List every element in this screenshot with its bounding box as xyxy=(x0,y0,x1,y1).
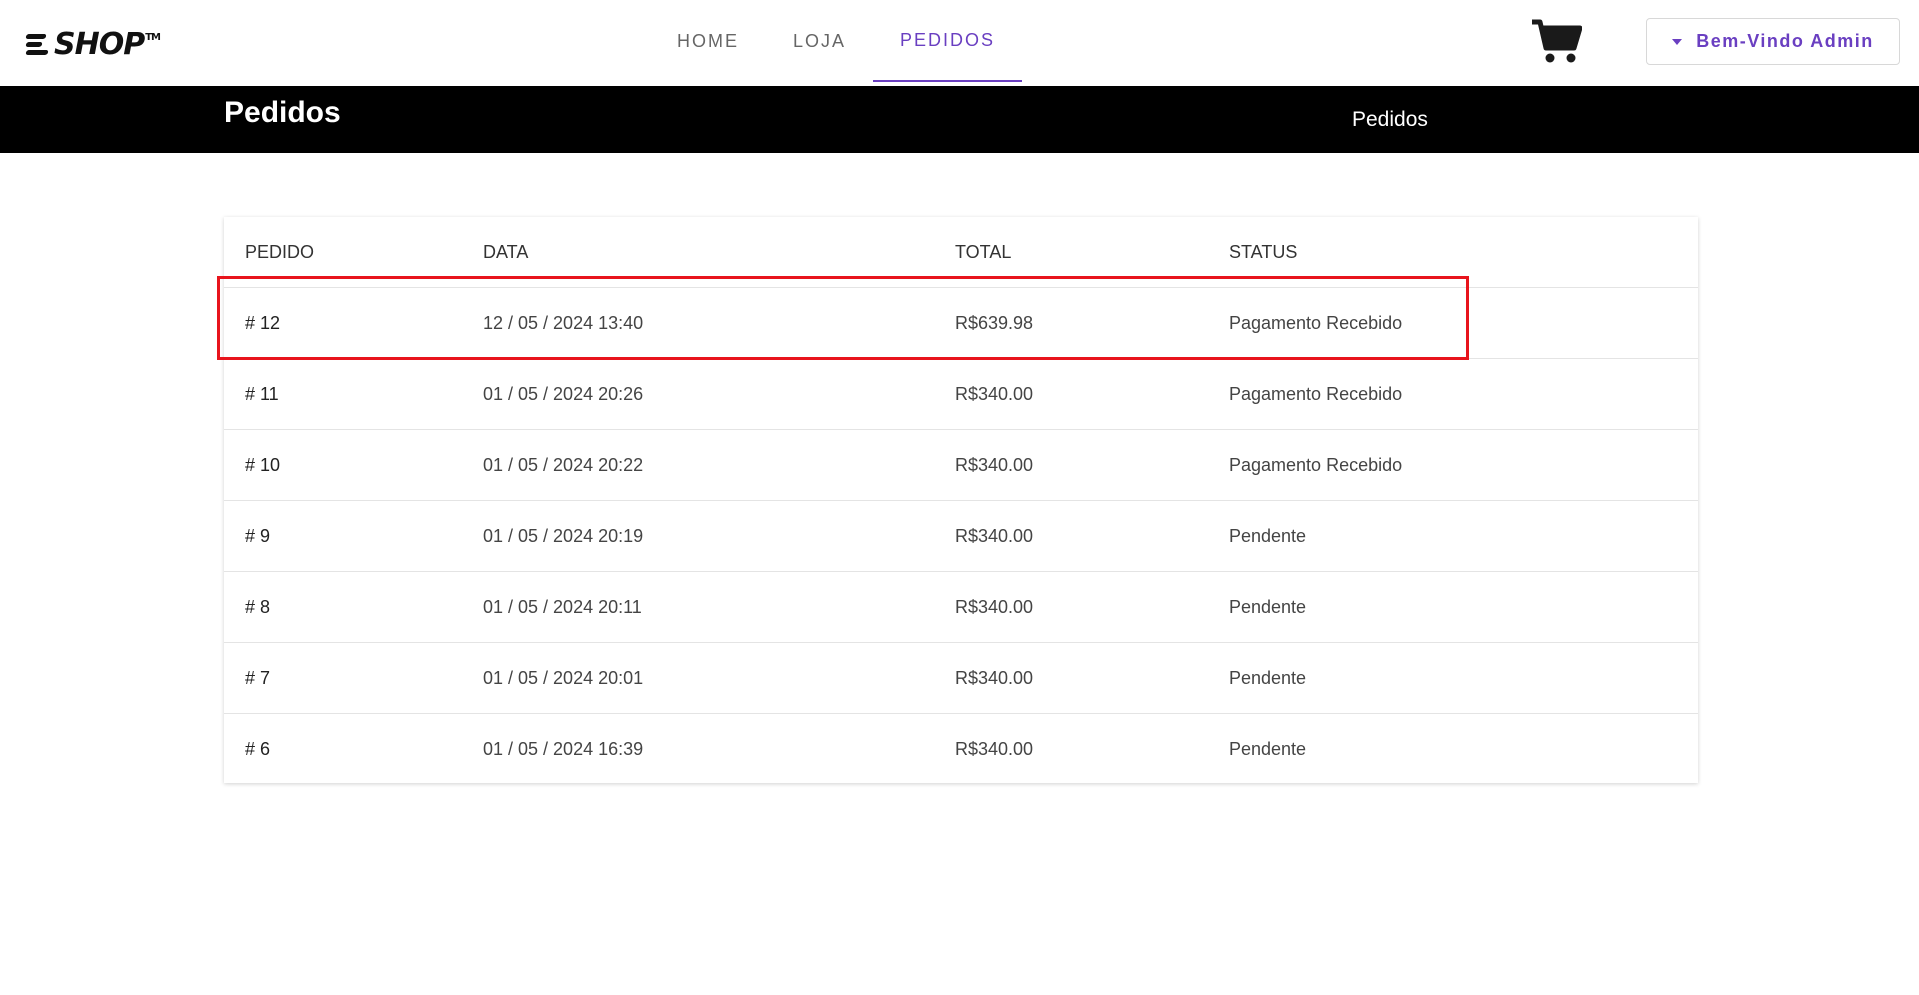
order-total: R$340.00 xyxy=(955,739,1034,759)
order-date: 01 / 05 / 2024 16:39 xyxy=(483,739,644,759)
user-menu-label: Bem-Vindo Admin xyxy=(1696,31,1874,51)
order-status: Pagamento Recebido xyxy=(1229,455,1403,475)
order-total: R$340.00 xyxy=(955,384,1034,404)
order-id: # 10 xyxy=(245,455,281,475)
breadcrumb: Pedidos xyxy=(1352,108,1428,131)
order-status: Pendente xyxy=(1229,739,1307,759)
logo-trademark: TM xyxy=(145,31,161,43)
logo-text: SHOP xyxy=(54,26,145,62)
table-row[interactable]: # 11 01 / 05 / 2024 20:26 R$340.00 Pagam… xyxy=(224,359,1698,430)
column-header-pedido: PEDIDO xyxy=(245,242,315,262)
order-status: Pendente xyxy=(1229,668,1307,688)
order-id: # 9 xyxy=(245,526,271,546)
column-header-status: STATUS xyxy=(1229,242,1298,262)
nav-loja-link[interactable]: LOJA xyxy=(766,0,873,82)
orders-table: PEDIDO DATA TOTAL STATUS # 12 12 / 05 / … xyxy=(224,217,1698,783)
table-row[interactable]: # 7 01 / 05 / 2024 20:01 R$340.00 Penden… xyxy=(224,643,1698,714)
order-date: 01 / 05 / 2024 20:01 xyxy=(483,668,644,688)
order-total: R$340.00 xyxy=(955,526,1034,546)
column-header-total: TOTAL xyxy=(955,242,1012,262)
order-date: 12 / 05 / 2024 13:40 xyxy=(483,313,644,333)
order-id: # 6 xyxy=(245,739,271,759)
logo-e-mark-icon xyxy=(25,30,52,58)
order-id: # 8 xyxy=(245,597,271,617)
order-id: # 11 xyxy=(245,384,279,404)
order-status: Pagamento Recebido xyxy=(1229,313,1403,333)
order-date: 01 / 05 / 2024 20:22 xyxy=(483,455,644,475)
order-total: R$340.00 xyxy=(955,668,1034,688)
top-navbar: SHOP TM HOME LOJA PEDIDOS Bem-Vindo Admi… xyxy=(0,0,1919,86)
order-date: 01 / 05 / 2024 20:26 xyxy=(483,384,644,404)
order-status: Pagamento Recebido xyxy=(1229,384,1403,404)
order-total: R$340.00 xyxy=(955,455,1034,475)
table-row[interactable]: # 6 01 / 05 / 2024 16:39 R$340.00 Penden… xyxy=(224,714,1698,785)
user-menu-button[interactable]: Bem-Vindo Admin xyxy=(1646,18,1900,65)
order-status: Pendente xyxy=(1229,526,1307,546)
main-nav: HOME LOJA PEDIDOS xyxy=(650,0,1023,86)
order-id: # 12 xyxy=(245,313,281,333)
order-id: # 7 xyxy=(245,668,271,688)
eshop-logo[interactable]: SHOP TM xyxy=(25,26,161,62)
order-date: 01 / 05 / 2024 20:19 xyxy=(483,526,644,546)
order-total: R$639.98 xyxy=(955,313,1034,333)
table-row[interactable]: # 10 01 / 05 / 2024 20:22 R$340.00 Pagam… xyxy=(224,430,1698,501)
table-header-row: PEDIDO DATA TOTAL STATUS xyxy=(224,217,1698,288)
table-row[interactable]: # 9 01 / 05 / 2024 20:19 R$340.00 Penden… xyxy=(224,501,1698,572)
order-total: R$340.00 xyxy=(955,597,1034,617)
table-row[interactable]: # 8 01 / 05 / 2024 20:11 R$340.00 Penden… xyxy=(224,572,1698,643)
nav-pedidos-link[interactable]: PEDIDOS xyxy=(873,0,1023,82)
order-date: 01 / 05 / 2024 20:11 xyxy=(483,597,642,617)
table-row[interactable]: # 12 12 / 05 / 2024 13:40 R$639.98 Pagam… xyxy=(224,288,1698,359)
order-status: Pendente xyxy=(1229,597,1307,617)
column-header-data: DATA xyxy=(483,242,529,262)
shopping-cart-icon[interactable] xyxy=(1530,18,1583,64)
page-title: Pedidos xyxy=(224,96,341,129)
nav-home-link[interactable]: HOME xyxy=(650,0,766,82)
caret-down-icon xyxy=(1672,38,1683,45)
page-banner: Pedidos Pedidos xyxy=(0,86,1919,153)
